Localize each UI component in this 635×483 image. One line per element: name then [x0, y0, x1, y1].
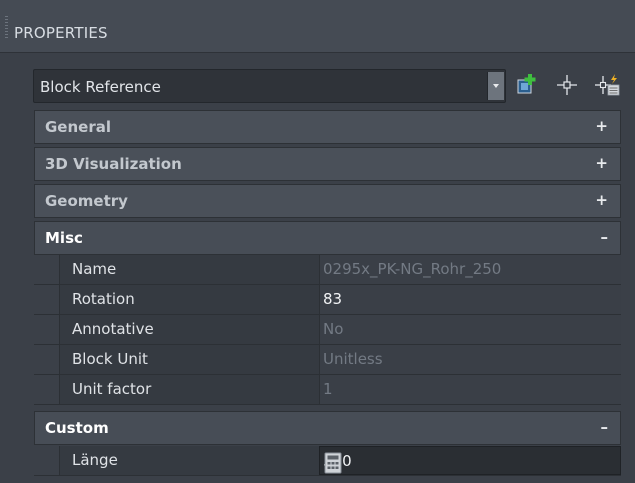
- property-label: Unit factor: [72, 380, 152, 398]
- section-misc[interactable]: Misc –: [34, 221, 621, 255]
- property-value: 83: [323, 290, 343, 308]
- property-label: Block Unit: [72, 350, 148, 368]
- select-objects-icon[interactable]: [555, 72, 579, 98]
- section-3d-visualization[interactable]: 3D Visualization +: [34, 147, 621, 181]
- property-value: No: [323, 320, 344, 338]
- quick-select-icon[interactable]: [515, 72, 539, 98]
- property-label: Rotation: [72, 290, 135, 308]
- property-label: Annotative: [72, 320, 154, 338]
- toggle-pickadd-icon[interactable]: [594, 72, 620, 98]
- property-row-rotation[interactable]: Rotation 83: [34, 285, 621, 315]
- property-label: Name: [72, 260, 117, 278]
- section-geometry[interactable]: Geometry +: [34, 184, 621, 218]
- property-label: Länge: [72, 451, 118, 469]
- property-value-input[interactable]: 500: [319, 446, 621, 475]
- property-value: 1: [323, 380, 333, 398]
- panel-grip[interactable]: [5, 16, 8, 38]
- collapse-icon[interactable]: –: [601, 228, 609, 246]
- expand-icon[interactable]: +: [595, 117, 608, 135]
- section-general-label: General: [45, 118, 111, 136]
- panel-title: PROPERTIES: [14, 24, 108, 42]
- section-geometry-label: Geometry: [45, 192, 128, 210]
- panel-header: PROPERTIES: [0, 0, 635, 53]
- object-type-value: Block Reference: [40, 78, 161, 96]
- calculator-icon[interactable]: [323, 452, 343, 474]
- section-3d-visualization-label: 3D Visualization: [45, 155, 182, 173]
- property-row-annotative[interactable]: Annotative No: [34, 315, 621, 345]
- expand-icon[interactable]: +: [595, 154, 608, 172]
- property-row-unit-factor[interactable]: Unit factor 1: [34, 375, 621, 405]
- section-custom-label: Custom: [45, 419, 109, 437]
- collapse-icon[interactable]: –: [601, 418, 609, 436]
- section-general[interactable]: General +: [34, 110, 621, 144]
- section-custom[interactable]: Custom –: [34, 411, 621, 445]
- chevron-down-icon[interactable]: [487, 72, 504, 100]
- property-row-block-unit[interactable]: Block Unit Unitless: [34, 345, 621, 375]
- object-type-dropdown[interactable]: Block Reference: [33, 69, 506, 103]
- property-row-name[interactable]: Name 0295x_PK-NG_Rohr_250: [34, 255, 621, 285]
- expand-icon[interactable]: +: [595, 191, 608, 209]
- property-value: Unitless: [323, 350, 383, 368]
- property-row-laenge[interactable]: Länge 500: [34, 446, 621, 476]
- section-misc-label: Misc: [45, 229, 83, 247]
- property-value: 0295x_PK-NG_Rohr_250: [323, 260, 502, 278]
